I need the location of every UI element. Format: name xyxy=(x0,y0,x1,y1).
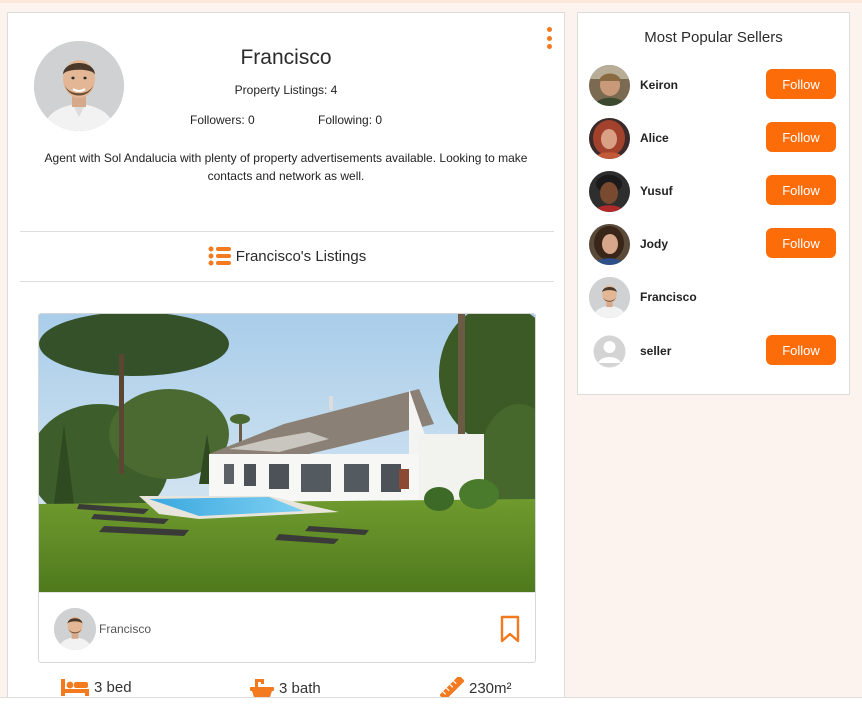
following-count[interactable]: Following: 0 xyxy=(318,113,382,127)
seller-name[interactable]: Jody xyxy=(640,237,668,251)
seller-name[interactable]: seller xyxy=(640,344,671,358)
agent-avatar[interactable] xyxy=(54,608,96,650)
listing-card[interactable]: Francisco xyxy=(38,313,536,663)
bed-icon xyxy=(61,679,89,696)
seller-row-francisco: Francisco xyxy=(589,277,841,319)
seller-avatar[interactable] xyxy=(589,224,630,265)
seller-avatar[interactable] xyxy=(589,65,630,106)
agent-name[interactable]: Francisco xyxy=(99,622,151,636)
default-avatar-icon[interactable] xyxy=(589,331,630,372)
seller-avatar[interactable] xyxy=(589,277,630,318)
follow-button[interactable]: Follow xyxy=(766,175,836,205)
seller-name[interactable]: Francisco xyxy=(640,290,697,304)
divider xyxy=(20,231,554,232)
listings-header: Francisco's Listings xyxy=(20,245,554,267)
seller-row-seller: seller Follow xyxy=(589,331,841,373)
seller-row-keiron: Keiron Follow xyxy=(589,65,841,107)
profile-panel: Francisco Property Listings: 4 Followers… xyxy=(7,12,565,706)
profile-name: Francisco xyxy=(240,46,332,69)
seller-avatar[interactable] xyxy=(589,118,630,159)
seller-name[interactable]: Keiron xyxy=(640,78,678,92)
bath-feature: 3 bath xyxy=(250,677,321,699)
seller-row-yusuf: Yusuf Follow xyxy=(589,171,841,213)
card-footer: Francisco xyxy=(39,592,535,662)
property-photo[interactable] xyxy=(39,314,536,592)
divider xyxy=(20,281,554,282)
area-size: 230m² xyxy=(469,679,512,697)
seller-row-jody: Jody Follow xyxy=(589,224,841,266)
follow-button[interactable]: Follow xyxy=(766,335,836,365)
area-feature: 230m² xyxy=(440,677,512,699)
seller-avatar[interactable] xyxy=(589,171,630,212)
ruler-icon xyxy=(440,677,464,699)
bottom-edge xyxy=(0,697,862,706)
seller-name[interactable]: Alice xyxy=(640,131,669,145)
bed-count: 3 bed xyxy=(94,678,132,696)
avatar xyxy=(34,41,124,131)
bookmark-icon[interactable] xyxy=(499,615,521,643)
property-listings-count: Property Listings: 4 xyxy=(234,83,338,97)
popular-sellers-panel: Most Popular Sellers Keiron Follow Alice… xyxy=(577,12,850,395)
bed-feature: 3 bed xyxy=(61,677,132,697)
list-icon xyxy=(208,246,231,266)
top-strip xyxy=(0,0,862,3)
more-options-icon[interactable] xyxy=(544,27,554,49)
bath-count: 3 bath xyxy=(279,679,321,697)
listings-title: Francisco's Listings xyxy=(235,247,367,265)
sellers-title: Most Popular Sellers xyxy=(644,29,783,46)
follow-button[interactable]: Follow xyxy=(766,122,836,152)
bath-icon xyxy=(250,679,274,697)
seller-row-alice: Alice Follow xyxy=(589,118,841,160)
followers-count[interactable]: Followers: 0 xyxy=(190,113,255,127)
profile-bio: Agent with Sol Andalucia with plenty of … xyxy=(44,151,528,183)
follow-button[interactable]: Follow xyxy=(766,228,836,258)
follow-button[interactable]: Follow xyxy=(766,69,836,99)
seller-name[interactable]: Yusuf xyxy=(640,184,673,198)
